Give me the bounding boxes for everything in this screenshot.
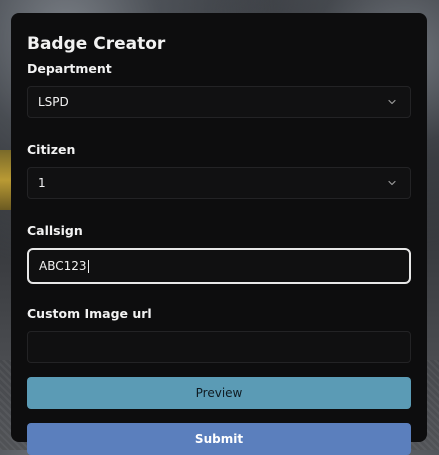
- submit-button[interactable]: Submit: [27, 423, 411, 455]
- callsign-label: Callsign: [27, 223, 83, 238]
- department-selected-value: LSPD: [38, 95, 69, 109]
- chevron-down-icon: [388, 180, 396, 186]
- background-scene-detail: [0, 150, 11, 210]
- panel-title: Badge Creator: [27, 34, 166, 54]
- preview-button[interactable]: Preview: [27, 377, 411, 409]
- chevron-down-icon: [388, 99, 396, 105]
- badge-creator-panel: Badge Creator Department LSPD Citizen 1 …: [11, 13, 427, 455]
- callsign-input[interactable]: ABC123: [27, 248, 411, 284]
- department-select[interactable]: LSPD: [27, 86, 411, 118]
- citizen-selected-value: 1: [38, 176, 46, 190]
- citizen-label: Citizen: [27, 142, 76, 157]
- text-caret: [87, 259, 89, 273]
- department-label: Department: [27, 61, 112, 76]
- custom-image-url-input[interactable]: [27, 331, 411, 363]
- callsign-value: ABC123: [39, 259, 87, 273]
- citizen-select[interactable]: 1: [27, 167, 411, 199]
- custom-image-url-label: Custom Image url: [27, 306, 152, 321]
